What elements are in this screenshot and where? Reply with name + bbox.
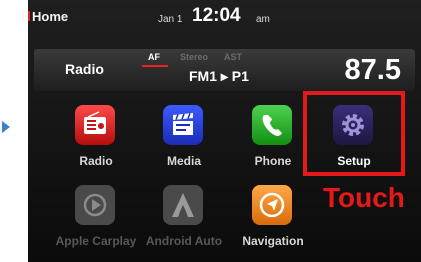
radio-source-label: Radio <box>65 61 104 77</box>
preset-label: FM1 ▸ P1 <box>189 68 249 84</box>
touch-annotation: Touch <box>323 182 405 213</box>
frequency-display: 87.5 <box>344 54 401 86</box>
status-bar: Home Jan 1 12:04 am <box>28 0 421 30</box>
radio-status-bar[interactable]: Radio AF Stereo AST FM1 ▸ P1 87.5 <box>34 49 415 91</box>
ast-indicator: AST <box>224 52 242 62</box>
app-navigation[interactable]: Navigation <box>236 180 310 254</box>
home-button[interactable]: Home <box>32 9 68 24</box>
af-active-line <box>142 65 168 67</box>
head-unit-screen: Home Jan 1 12:04 am Radio AF Stereo AST … <box>28 0 421 262</box>
media-icon <box>163 105 203 145</box>
date-display: Jan 1 <box>158 14 183 25</box>
app-label: Android Auto <box>145 234 223 248</box>
touch-highlight-box <box>303 91 405 176</box>
app-phone[interactable]: Phone <box>236 100 310 174</box>
app-media[interactable]: Media <box>147 100 221 174</box>
ampm-display: am <box>256 14 270 25</box>
app-radio[interactable]: Radio <box>59 100 133 174</box>
app-label: Navigation <box>242 234 304 248</box>
app-android-auto[interactable]: Android Auto <box>146 180 222 254</box>
radio-icon <box>75 105 115 145</box>
app-label: Radio <box>79 154 113 168</box>
android-auto-icon <box>163 185 203 225</box>
stereo-indicator: Stereo <box>180 52 209 62</box>
navigation-icon <box>252 185 292 225</box>
af-indicator: AF <box>148 52 160 62</box>
home-indicator <box>28 11 30 21</box>
pointer-arrow-icon <box>2 121 10 133</box>
app-label: Apple Carplay <box>55 234 137 248</box>
clock-display: 12:04 <box>192 5 241 26</box>
carplay-icon <box>75 185 115 225</box>
app-apple-carplay[interactable]: Apple Carplay <box>56 180 136 254</box>
phone-icon <box>252 105 292 145</box>
app-label: Media <box>166 154 201 168</box>
